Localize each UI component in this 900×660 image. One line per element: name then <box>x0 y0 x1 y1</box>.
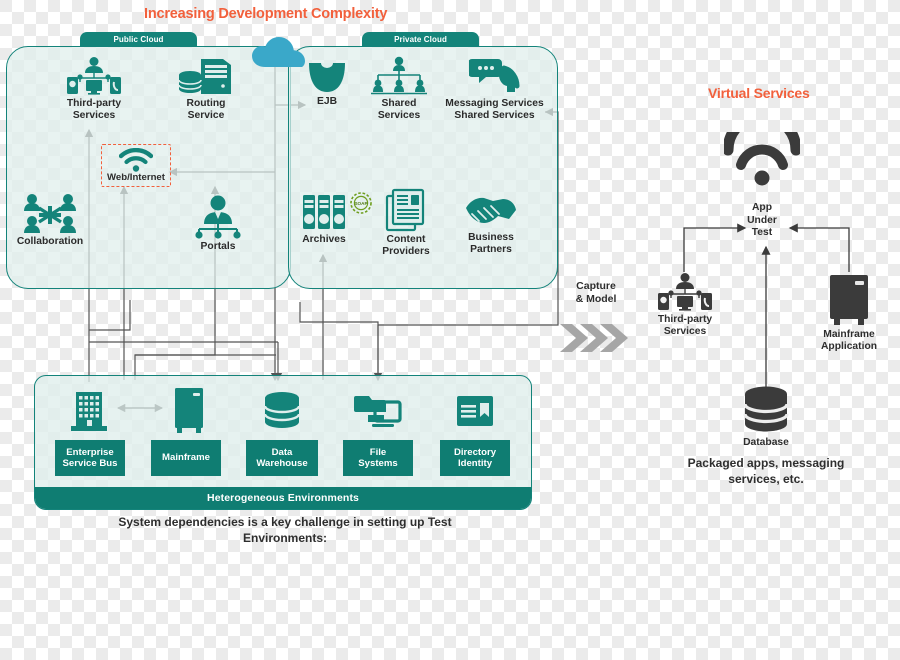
node-label: Business Partners <box>468 232 514 255</box>
node-label: Routing Service <box>186 98 226 121</box>
env-chip-mainframe[interactable]: Mainframe <box>151 440 221 476</box>
svg-text:SOAP: SOAP <box>354 201 367 206</box>
node-collaboration[interactable]: Collaboration <box>2 192 98 248</box>
node-label: Third-party Services <box>66 98 122 121</box>
environments-footer-label: Heterogeneous Environments <box>35 487 531 509</box>
app-under-test-label: App Under Test <box>747 202 777 238</box>
private-cloud-tab: Private Cloud <box>362 32 479 47</box>
node-shared-services[interactable]: Shared Services <box>364 56 434 122</box>
app-under-test-wifi-icon <box>722 110 802 191</box>
node-routing-service[interactable]: Routing Service <box>158 56 254 122</box>
org-chart-icon <box>371 56 427 95</box>
node-label: Mainframe Application <box>820 329 878 352</box>
node-business-partners[interactable]: Business Partners <box>456 192 526 256</box>
id-card-icon <box>455 394 495 433</box>
node-label: Content Providers <box>382 234 430 257</box>
folder-monitor-icon <box>354 390 402 437</box>
node-messaging-services[interactable]: Messaging Services Shared Services <box>437 56 552 122</box>
mainframe-icon <box>172 386 206 439</box>
chevrons-right-icon <box>558 322 636 359</box>
env-chip-file-systems[interactable]: File Systems <box>343 440 413 476</box>
caption-virtual-services: Packaged apps, messaging services, etc. <box>687 456 845 486</box>
node-label: Shared Services <box>377 98 421 121</box>
building-icon <box>68 389 110 438</box>
node-label: EJB <box>316 96 338 107</box>
node-portals[interactable]: Portals <box>170 195 266 253</box>
handshake-icon <box>466 197 516 223</box>
node-label: Portals <box>200 241 236 252</box>
chat-phone-icon <box>468 59 519 92</box>
env-chip-enterprise-service-bus[interactable]: Enterprise Service Bus <box>55 440 125 476</box>
node-vs-mainframe-application[interactable]: Mainframe Application <box>801 272 897 353</box>
node-label: Third-party Services <box>657 314 713 337</box>
mainframe-icon <box>830 275 868 325</box>
node-archives[interactable]: Archives <box>290 192 358 246</box>
node-vs-third-party-services[interactable]: Third-party Services <box>637 272 733 338</box>
web-internet-box[interactable]: Web/Internet <box>101 144 171 187</box>
web-internet-label: Web/Internet <box>107 172 165 183</box>
env-chip-directory-identity[interactable]: Directory Identity <box>440 440 510 476</box>
diagram-canvas: Increasing Development Complexity Virtua… <box>0 0 900 660</box>
node-label: Database <box>743 437 789 448</box>
node-ejb[interactable]: EJB <box>292 60 362 108</box>
node-label: Messaging Services Shared Services <box>445 98 544 121</box>
wifi-icon <box>119 148 153 172</box>
documents-icon <box>385 188 425 232</box>
binders-icon <box>303 195 345 229</box>
node-vs-database[interactable]: Database <box>718 385 814 449</box>
page-title-right: Virtual Services <box>708 85 810 101</box>
people-network-icon <box>24 194 76 233</box>
node-label: Collaboration <box>16 236 84 247</box>
people-hierarchy-icon <box>195 195 241 239</box>
node-label: Archives <box>302 234 346 245</box>
database-icon <box>262 391 302 436</box>
bean-icon <box>309 63 345 92</box>
env-chip-data-warehouse[interactable]: Data Warehouse <box>246 440 318 476</box>
capture-and-model-label: Capture & Model <box>575 280 617 305</box>
devices-user-icon <box>658 273 712 311</box>
node-third-party-services[interactable]: Third-party Services <box>46 56 142 122</box>
devices-user-icon <box>67 57 121 95</box>
server-database-icon <box>178 59 231 94</box>
soap-badge: SOAP <box>350 192 372 219</box>
caption-bottom-left: System dependencies is a key challenge i… <box>118 515 452 545</box>
database-icon <box>743 386 789 432</box>
node-content-providers[interactable]: Content Providers <box>372 188 440 258</box>
public-cloud-tab: Public Cloud <box>80 32 197 47</box>
page-title-left: Increasing Development Complexity <box>144 6 388 22</box>
